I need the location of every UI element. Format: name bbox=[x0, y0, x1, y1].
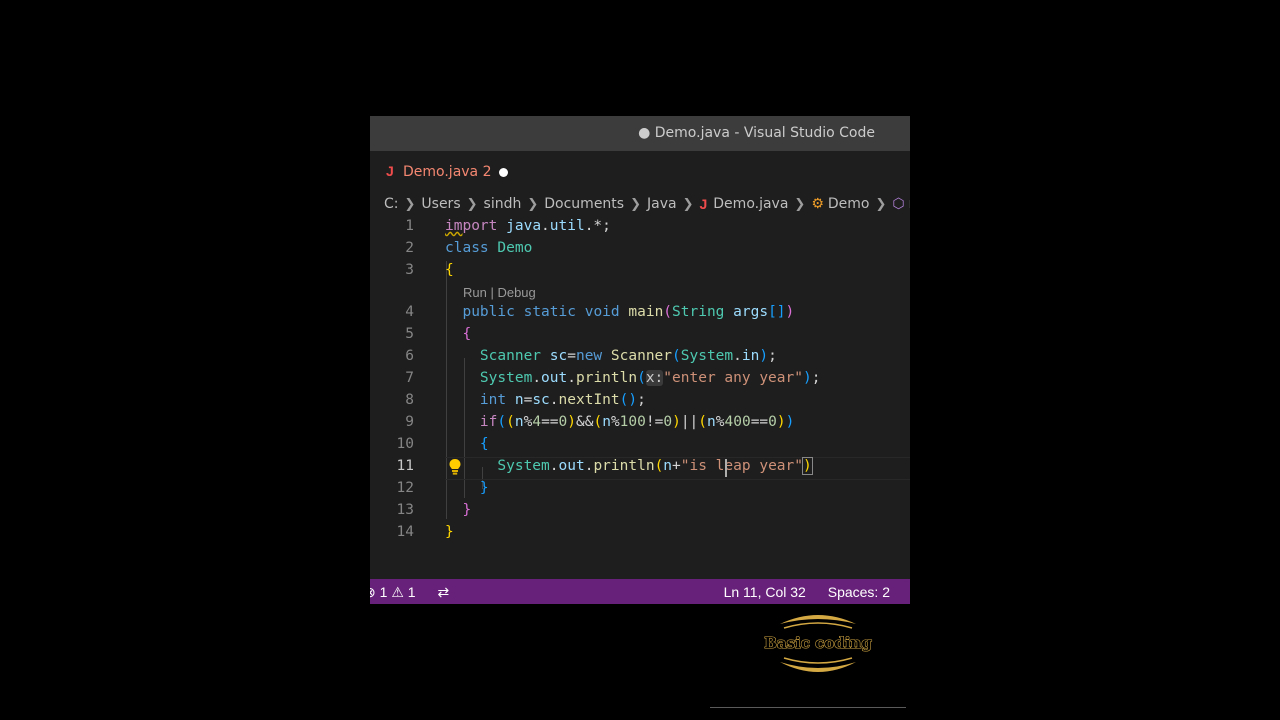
code-line: 8 int n=sc.nextInt(); bbox=[370, 391, 910, 413]
line-number: 3 bbox=[405, 262, 414, 278]
breadcrumb-sindh[interactable]: sindh bbox=[484, 196, 522, 212]
code-text: { bbox=[479, 436, 489, 452]
divider bbox=[710, 707, 906, 708]
line-number: 6 bbox=[405, 348, 414, 364]
tab-bar: J Demo.java 2 bbox=[370, 151, 910, 191]
status-bar: ⊗ 1 ⚠ 1 ⇄ Ln 11, Col 32 Spaces: 2 bbox=[370, 579, 910, 604]
chevron-right-icon: ❯ bbox=[682, 196, 694, 212]
chevron-right-icon: ❯ bbox=[404, 196, 416, 212]
warning-icon: ⚠ bbox=[391, 584, 404, 600]
parameter-inlay-hint: x: bbox=[645, 370, 664, 386]
code-line: 4 public static void main(String args[]) bbox=[370, 303, 910, 325]
chevron-right-icon: ❯ bbox=[875, 196, 887, 212]
watermark-logo: Basic coding bbox=[764, 615, 873, 672]
code-text: int n=sc.nextInt(); bbox=[479, 392, 646, 408]
error-icon: ⊗ bbox=[370, 584, 376, 600]
vscode-window: ● Demo.java - Visual Studio Code J Demo.… bbox=[370, 116, 910, 604]
code-line: 9 if((n%4==0)&&(n%100!=0)||(n%400==0)) bbox=[370, 413, 910, 435]
code-line: 13 } bbox=[370, 501, 910, 523]
chevron-right-icon: ❯ bbox=[466, 196, 478, 212]
java-icon: J bbox=[699, 196, 708, 212]
title-bar: ● Demo.java - Visual Studio Code bbox=[370, 116, 910, 151]
line-number: 11 bbox=[396, 458, 414, 474]
code-line: 7 System.out.println(x:"enter any year")… bbox=[370, 369, 910, 391]
chevron-right-icon: ❯ bbox=[527, 196, 539, 212]
tab-problem-count: 2 bbox=[482, 164, 492, 180]
code-text: } bbox=[445, 524, 454, 540]
editor-tab-demo-java[interactable]: J Demo.java 2 bbox=[370, 151, 520, 191]
class-icon: ⚙ bbox=[811, 196, 824, 212]
code-line: 10 { bbox=[370, 435, 910, 457]
breadcrumb: C: ❯ Users ❯ sindh ❯ Documents ❯ Java ❯ J Demo.java… bbox=[384, 196, 910, 216]
cursor-position[interactable]: Ln 11, Col 32 bbox=[724, 584, 806, 600]
code-editor[interactable]: 1 import java.util.*; 2 class Demo 3 { R… bbox=[370, 217, 910, 557]
line-number: 14 bbox=[396, 524, 414, 540]
method-icon: ⬡ bbox=[892, 196, 905, 212]
code-text: import java.util.*; bbox=[445, 218, 611, 234]
chevron-right-icon: ❯ bbox=[794, 196, 806, 212]
breadcrumb-class[interactable]: Demo bbox=[828, 196, 870, 212]
line-number: 1 bbox=[405, 218, 414, 234]
line-number: 4 bbox=[405, 304, 414, 320]
indentation-setting[interactable]: Spaces: 2 bbox=[828, 584, 890, 600]
error-count: 1 bbox=[379, 584, 388, 600]
line-number: 13 bbox=[396, 502, 414, 518]
text-cursor bbox=[725, 459, 727, 477]
breadcrumb-drive[interactable]: C: bbox=[384, 196, 399, 212]
code-text: } bbox=[479, 480, 489, 496]
code-line: 1 import java.util.*; bbox=[370, 217, 910, 239]
svg-text:Basic coding: Basic coding bbox=[764, 634, 872, 652]
line-number: 9 bbox=[405, 414, 414, 430]
line-number: 8 bbox=[405, 392, 414, 408]
code-line: 3 { bbox=[370, 261, 910, 283]
code-line: 14 } bbox=[370, 523, 910, 545]
breadcrumb-java[interactable]: Java bbox=[647, 196, 677, 212]
code-line: 2 class Demo bbox=[370, 239, 910, 261]
line-number: 5 bbox=[405, 326, 414, 342]
code-text: if((n%4==0)&&(n%100!=0)||(n%400==0)) bbox=[479, 414, 795, 430]
breadcrumb-method[interactable]: main bbox=[909, 196, 910, 212]
code-text: class Demo bbox=[445, 240, 533, 256]
breadcrumb-users[interactable]: Users bbox=[421, 196, 460, 212]
code-text: System.out.println(n+"is leap year") bbox=[497, 457, 813, 475]
lightbulb-icon[interactable] bbox=[447, 458, 463, 476]
code-text: public static void main(String args[]) bbox=[462, 304, 795, 320]
code-text: { bbox=[462, 326, 472, 342]
breadcrumb-file[interactable]: Demo.java bbox=[713, 196, 788, 212]
breadcrumb-documents[interactable]: Documents bbox=[544, 196, 624, 212]
tab-label: Demo.java bbox=[403, 164, 479, 180]
line-number: 7 bbox=[405, 370, 414, 386]
code-text: Scanner sc=new Scanner(System.in); bbox=[479, 348, 777, 364]
line-number: 12 bbox=[396, 480, 414, 496]
code-line: 5 { bbox=[370, 325, 910, 347]
window-title: ● Demo.java - Visual Studio Code bbox=[638, 125, 875, 141]
unsaved-dot-icon[interactable] bbox=[499, 168, 508, 177]
line-number: 2 bbox=[405, 240, 414, 256]
line-number: 10 bbox=[396, 436, 414, 452]
code-text: { bbox=[445, 262, 454, 278]
codelens-run-debug[interactable]: Run | Debug bbox=[463, 285, 536, 300]
code-line: 12 } bbox=[370, 479, 910, 501]
code-line: 6 Scanner sc=new Scanner(System.in); bbox=[370, 347, 910, 369]
warning-count: 1 bbox=[407, 584, 416, 600]
code-text: System.out.println(x:"enter any year"); bbox=[479, 370, 821, 386]
live-share-icon[interactable]: ⇄ bbox=[437, 584, 449, 601]
java-icon: J bbox=[386, 163, 394, 179]
chevron-right-icon: ❯ bbox=[630, 196, 641, 212]
problems-indicator[interactable]: ⊗ 1 ⚠ 1 bbox=[370, 584, 416, 601]
code-text: } bbox=[462, 502, 472, 518]
